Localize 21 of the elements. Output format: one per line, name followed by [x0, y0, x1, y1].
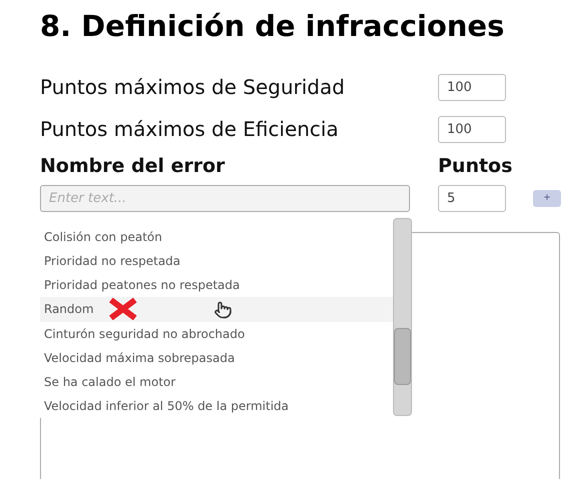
error-name-field[interactable]: Enter text...: [40, 184, 410, 212]
column-heading: Nombre del error: [40, 154, 226, 179]
column-heading: Puntos: [438, 154, 512, 179]
hand-cursor-icon: [214, 301, 232, 320]
delete-x-icon[interactable]: [108, 298, 138, 320]
points-field[interactable]: 100: [438, 74, 506, 100]
suggestion-item[interactable]: Prioridad peatones no respetada: [40, 273, 393, 298]
suggestion-item[interactable]: Velocidad inferior al 50% de la permitida: [40, 394, 393, 418]
suggestion-item[interactable]: Prioridad no respetada: [40, 249, 393, 274]
suggestion-item[interactable]: Cinturón seguridad no abrochado: [40, 322, 393, 346]
points-field[interactable]: 5: [438, 184, 506, 212]
suggestion-item[interactable]: Random: [40, 297, 393, 322]
suggestion-item[interactable]: Colisión con peatón: [40, 225, 393, 250]
suggestion-item[interactable]: Se ha calado el motor: [40, 370, 393, 394]
suggestion-item[interactable]: Velocidad máxima sobrepasada: [40, 346, 393, 370]
field-label: Puntos máximos de Seguridad: [40, 74, 346, 101]
points-field[interactable]: 100: [438, 116, 506, 142]
page-title: 8. Definición de infracciones: [40, 8, 506, 45]
field-label: Puntos máximos de Eficiencia: [40, 116, 340, 143]
scrollbar-thumb[interactable]: [394, 328, 411, 385]
scrollbar[interactable]: [393, 218, 412, 416]
